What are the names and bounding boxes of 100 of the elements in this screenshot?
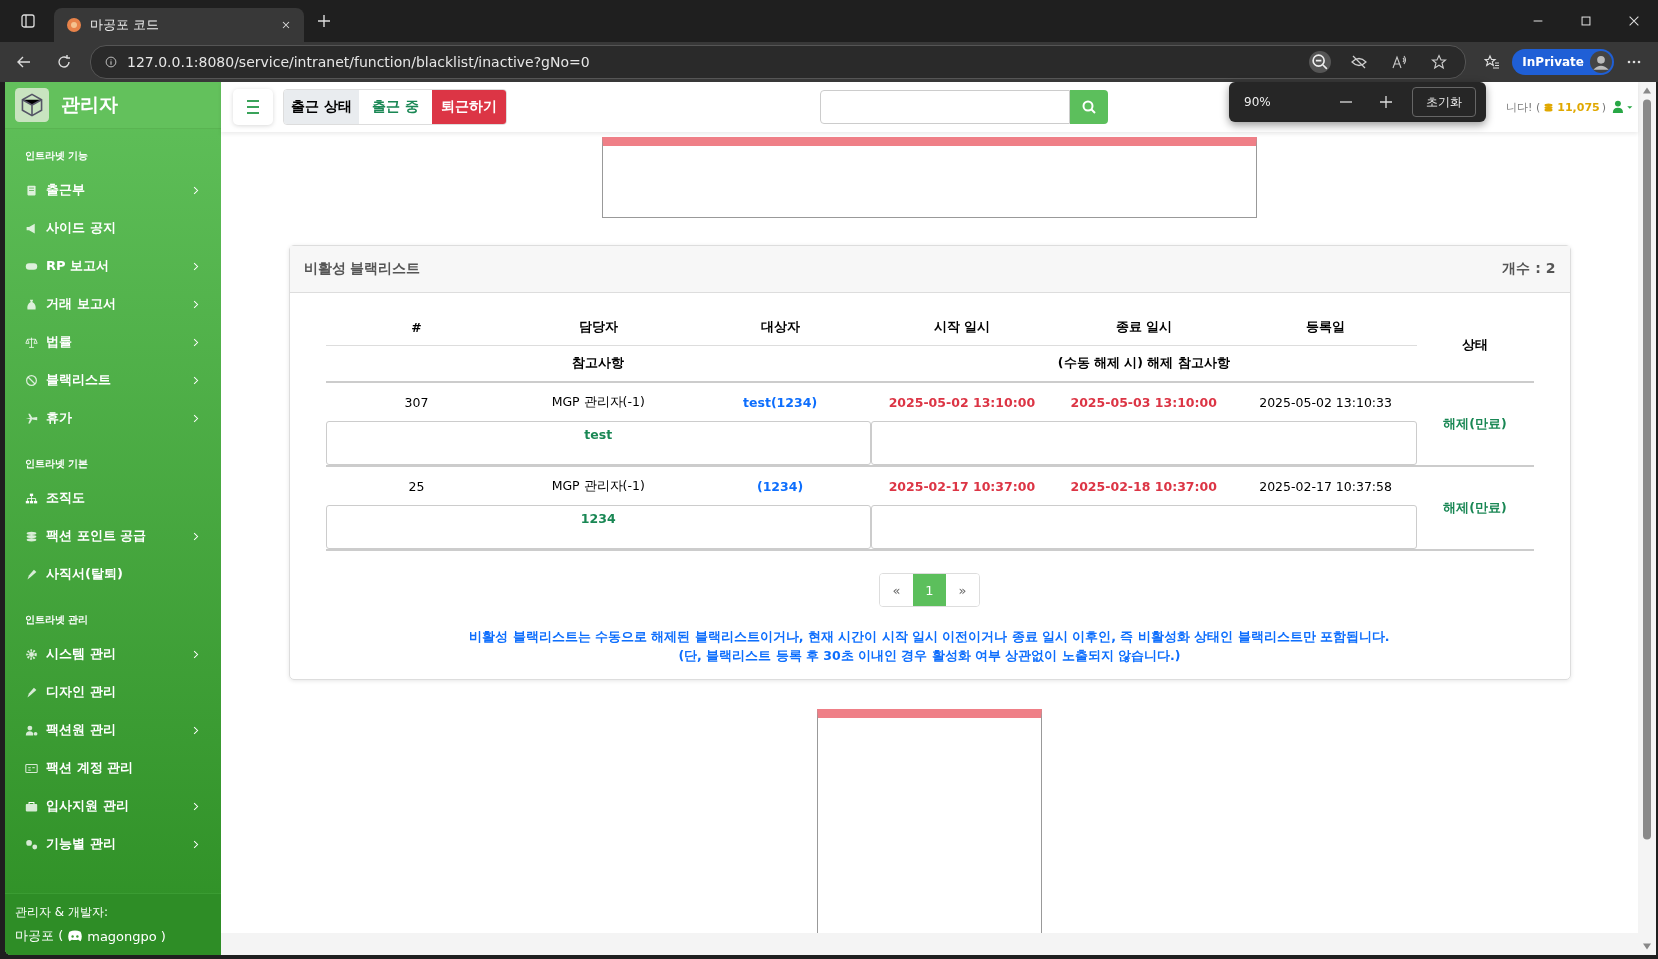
nav-item[interactable]: 입사지원 관리 (5, 787, 221, 825)
sidebar-toggle-icon[interactable] (20, 13, 36, 29)
cube-logo-icon (15, 88, 49, 122)
star-icon[interactable] (1431, 54, 1448, 70)
nav-item[interactable]: 출근부 (5, 171, 221, 209)
avatar-icon (1590, 51, 1612, 73)
notice-text: (단, 블랙리스트 등록 후 30초 이내인 경우 활성화 여부 상관없이 노출되지 않습니다.) (678, 647, 1181, 665)
column-header: 등록일 (1234, 309, 1417, 346)
target-link[interactable]: (1234) (756, 478, 804, 494)
chat-app-icon (67, 929, 84, 943)
ban-icon (25, 373, 38, 387)
nav-item[interactable]: 사이드 공지 (5, 209, 221, 247)
attendance-label: 출근 상태 (284, 90, 359, 124)
column-header: 대상자 (689, 309, 871, 346)
footer-caption: 관리자 & 개발자: (15, 904, 110, 921)
count-text: 개수 : 2 (1502, 260, 1556, 278)
greeting-text: 니다! ( (1506, 99, 1541, 115)
target-link[interactable]: test(1234) (743, 394, 818, 410)
developer-name: 마공포 ( (15, 927, 64, 945)
section-heading: 인트라넷 관리 (24, 613, 90, 627)
nav-item[interactable]: 거래 보고서 (5, 285, 221, 323)
reload-icon[interactable] (56, 54, 72, 70)
new-tab-icon[interactable] (316, 13, 332, 29)
plus-icon[interactable] (1378, 94, 1394, 110)
table-cell: MGP 관리자(-1) (507, 382, 690, 421)
org-chart-icon (25, 491, 38, 505)
note-box: 1234 (325, 505, 871, 549)
nav-item[interactable]: 팩션 계정 관리 (5, 749, 221, 787)
card-title: 비활성 블랙리스트 (303, 260, 421, 278)
search-field[interactable] (819, 90, 1070, 124)
paren-text: ) (1601, 100, 1606, 114)
table-cell: 2025-02-17 10:37:58 (1234, 466, 1417, 505)
table-cell: 2025-05-02 13:10:00 (871, 382, 1053, 421)
briefcase-icon (25, 799, 38, 813)
nav-item[interactable]: 블랙리스트 (5, 361, 221, 399)
nav-item[interactable]: 휴가 (5, 399, 221, 437)
column-header: 종료 일시 (1052, 309, 1235, 346)
page-button[interactable]: 1 (913, 574, 946, 606)
nav-item[interactable]: 조직도 (5, 479, 221, 517)
status-cell: 해제(만료) (1416, 382, 1534, 466)
favicon-icon (66, 17, 82, 33)
gear-icon (25, 647, 38, 661)
user-menu-icon[interactable] (1612, 100, 1634, 114)
user-gear-icon (25, 723, 38, 737)
section-heading: 인트라넷 기본 (24, 457, 90, 471)
info-icon (105, 56, 117, 68)
zoom-out-icon[interactable] (1309, 51, 1332, 73)
eye-slash-icon[interactable] (1351, 54, 1368, 70)
section-heading: 인트라넷 기능 (24, 149, 90, 163)
column-header: 시작 일시 (871, 309, 1053, 346)
read-aloud-icon[interactable] (1391, 54, 1408, 70)
column-header: 담당자 (507, 309, 690, 346)
table-cell: 2025-05-03 13:10:00 (1052, 382, 1235, 421)
status-cell: 해제(만료) (1416, 466, 1534, 550)
zoom-level: 90% (1244, 95, 1271, 109)
table-cell: 2025-02-17 10:37:00 (871, 466, 1053, 505)
reset-button[interactable]: 초기화 (1412, 87, 1476, 117)
table-cell: 2025-02-18 10:37:00 (1052, 466, 1235, 505)
gears-icon (25, 837, 38, 851)
table-cell: 307 (325, 382, 508, 421)
column-header: (수동 해제 시) 해제 참고사항 (871, 345, 1417, 382)
pen-icon (25, 685, 38, 699)
pen-icon (25, 567, 38, 581)
address-bar[interactable]: 127.0.0.1:8080/service/intranet/function/blacklist/inactive?gNo=0 (90, 45, 1467, 79)
paren-text: ) (160, 928, 166, 944)
table-cell: MGP 관리자(-1) (507, 466, 690, 505)
nav-item[interactable]: 디자인 관리 (5, 673, 221, 711)
close-icon[interactable] (280, 19, 292, 31)
notice-text: 비활성 블랙리스트는 수동으로 해제된 블랙리스트이거나, 현재 시간이 시작 일시 이전이거나 종료 일시 이후인, 즉 비활성화 상태인 블랙리스트만 포함됩니다. (469, 628, 1390, 646)
megaphone-icon (25, 221, 38, 235)
clock-out-button[interactable]: 퇴근하기 (431, 90, 506, 124)
nav-item[interactable]: 팩션 포인트 공급 (5, 517, 221, 555)
developer-handle: magongpo (87, 928, 157, 944)
nav-item[interactable]: 기능별 관리 (5, 825, 221, 863)
nav-item[interactable]: 사직서(탈퇴) (5, 555, 221, 593)
nav-item[interactable]: 팩션원 관리 (5, 711, 221, 749)
nav-item[interactable]: RP 보고서 (5, 247, 221, 285)
url-text: 127.0.0.1:8080/service/intranet/function/blacklist/inactive?gNo=0 (127, 54, 590, 70)
money-bag-icon (25, 297, 38, 311)
note-box: test (325, 421, 871, 465)
coins-icon (25, 529, 38, 543)
column-header: 참고사항 (325, 345, 871, 382)
close-icon[interactable] (1627, 14, 1641, 28)
id-card-icon (25, 761, 38, 775)
favorites-icon[interactable] (1484, 54, 1501, 70)
column-header: # (325, 309, 508, 346)
browser-tab[interactable]: 마공포 코드 (54, 8, 304, 42)
maximize-icon[interactable] (1579, 14, 1593, 28)
coins-icon (1542, 100, 1556, 114)
search-icon (1080, 99, 1097, 115)
book-icon (25, 183, 38, 197)
points-value: 11,075 (1557, 100, 1600, 114)
nav-item[interactable]: 시스템 관리 (5, 635, 221, 673)
table-cell: 25 (325, 466, 508, 505)
profile-button[interactable]: InPrivate (1512, 49, 1614, 75)
tab-title: 마공포 코드 (90, 16, 161, 34)
back-icon[interactable] (16, 54, 32, 70)
brand-title: 관리자 (61, 92, 118, 117)
scale-icon (25, 335, 38, 349)
nav-item[interactable]: 법률 (5, 323, 221, 361)
